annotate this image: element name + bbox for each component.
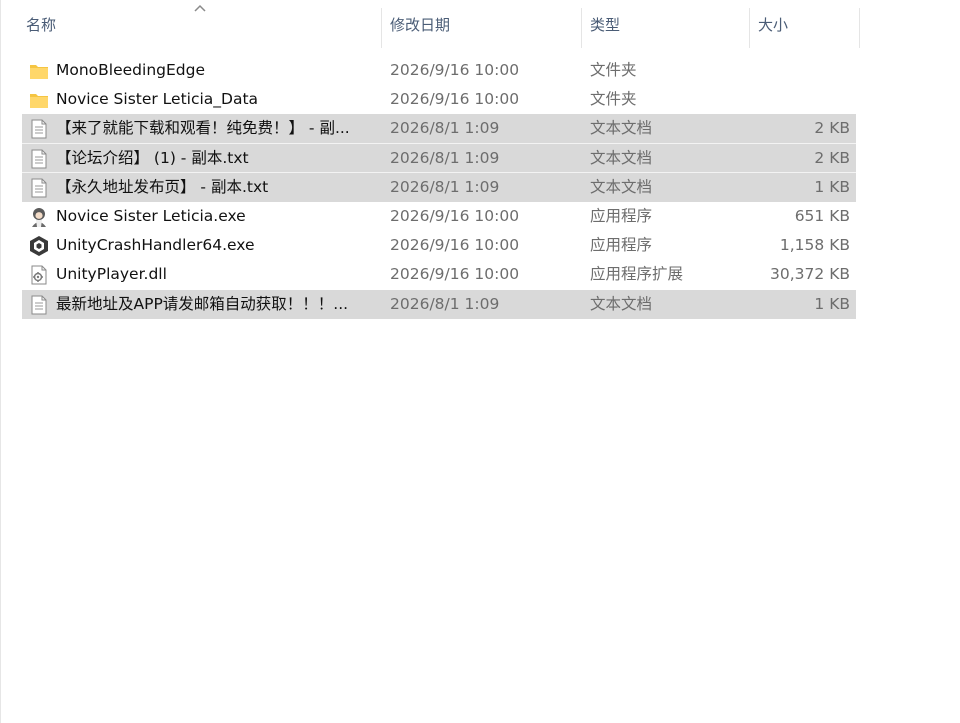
file-name: 最新地址及APP请发邮箱自动获取！！！... xyxy=(56,295,349,313)
file-name: UnityPlayer.dll xyxy=(56,265,167,283)
file-type: 文本文档 xyxy=(590,178,653,196)
folder-icon xyxy=(30,65,48,79)
column-header-date[interactable]: 修改日期 xyxy=(384,0,580,48)
file-name: 【永久地址发布页】 - 副本.txt xyxy=(56,178,269,196)
window-left-border xyxy=(0,0,1,723)
file-row-selected[interactable]: 【来了就能下载和观看！纯免费！】 - 副... 2026/8/1 1:09 文本… xyxy=(22,114,856,143)
column-divider[interactable] xyxy=(381,8,382,48)
file-row-selected[interactable]: 【永久地址发布页】 - 副本.txt 2026/8/1 1:09 文本文档 1 … xyxy=(22,172,856,202)
file-type: 文本文档 xyxy=(590,295,653,313)
file-size xyxy=(750,56,850,85)
unity-icon xyxy=(30,236,48,256)
file-type: 文本文档 xyxy=(590,149,653,167)
folder-icon xyxy=(30,94,48,108)
file-row[interactable]: MonoBleedingEdge 2026/9/16 10:00 文件夹 xyxy=(22,56,856,85)
file-size: 30,372 KB xyxy=(770,265,850,283)
file-type: 应用程序扩展 xyxy=(590,265,684,283)
file-type: 文件夹 xyxy=(590,61,637,79)
column-header-name-label: 名称 xyxy=(26,15,57,34)
file-name: 【来了就能下载和观看！纯免费！】 - 副... xyxy=(56,119,350,137)
file-size xyxy=(750,85,850,114)
file-type: 文本文档 xyxy=(590,119,653,137)
text-file-icon xyxy=(31,149,47,169)
column-header-size[interactable]: 大小 xyxy=(752,0,858,48)
column-header-bar: 名称 修改日期 类型 大小 xyxy=(0,0,960,58)
file-date: 2026/8/1 1:09 xyxy=(390,119,500,137)
file-date: 2026/9/16 10:00 xyxy=(390,61,520,79)
file-size: 651 KB xyxy=(794,207,850,225)
column-header-date-label: 修改日期 xyxy=(390,15,451,34)
text-file-icon xyxy=(31,295,47,315)
file-row[interactable]: Novice Sister Leticia.exe 2026/9/16 10:0… xyxy=(22,202,856,231)
file-size: 2 KB xyxy=(814,119,850,137)
file-size: 1,158 KB xyxy=(779,236,850,254)
file-date: 2026/8/1 1:09 xyxy=(390,149,500,167)
file-row[interactable]: Novice Sister Leticia_Data 2026/9/16 10:… xyxy=(22,85,856,114)
column-divider[interactable] xyxy=(749,8,750,48)
column-header-size-label: 大小 xyxy=(758,15,789,34)
file-row-selected[interactable]: 最新地址及APP请发邮箱自动获取！！！... 2026/8/1 1:09 文本文… xyxy=(22,290,856,319)
file-size: 1 KB xyxy=(814,295,850,313)
file-size: 1 KB xyxy=(814,178,850,196)
file-name: UnityCrashHandler64.exe xyxy=(56,236,255,254)
file-date: 2026/9/16 10:00 xyxy=(390,90,520,108)
file-date: 2026/8/1 1:09 xyxy=(390,178,500,196)
file-date: 2026/9/16 10:00 xyxy=(390,265,520,283)
text-file-icon xyxy=(31,119,47,139)
file-row[interactable]: UnityCrashHandler64.exe 2026/9/16 10:00 … xyxy=(22,231,856,260)
file-name: MonoBleedingEdge xyxy=(56,61,205,79)
file-row[interactable]: UnityPlayer.dll 2026/9/16 10:00 应用程序扩展 3… xyxy=(22,260,856,289)
file-row-selected[interactable]: 【论坛介绍】 (1) - 副本.txt 2026/8/1 1:09 文本文档 2… xyxy=(22,143,856,173)
file-date: 2026/8/1 1:09 xyxy=(390,295,500,313)
column-divider[interactable] xyxy=(581,8,582,48)
file-name: 【论坛介绍】 (1) - 副本.txt xyxy=(56,149,249,167)
column-header-type-label: 类型 xyxy=(590,15,621,34)
file-date: 2026/9/16 10:00 xyxy=(390,207,520,225)
column-divider[interactable] xyxy=(859,8,860,48)
file-name: Novice Sister Leticia.exe xyxy=(56,207,246,225)
file-type: 应用程序 xyxy=(590,207,653,225)
column-header-type[interactable]: 类型 xyxy=(584,0,748,48)
dll-file-icon xyxy=(31,265,47,285)
game-exe-icon xyxy=(32,208,46,227)
text-file-icon xyxy=(31,178,47,198)
file-size: 2 KB xyxy=(814,149,850,167)
file-name: Novice Sister Leticia_Data xyxy=(56,90,259,108)
file-type: 应用程序 xyxy=(590,236,653,254)
column-header-name[interactable]: 名称 xyxy=(20,0,380,48)
file-type: 文件夹 xyxy=(590,90,637,108)
file-date: 2026/9/16 10:00 xyxy=(390,236,520,254)
